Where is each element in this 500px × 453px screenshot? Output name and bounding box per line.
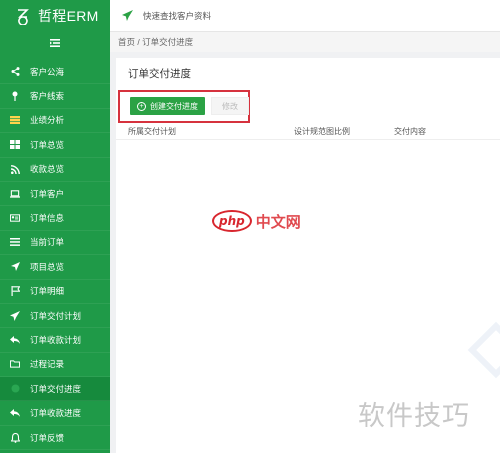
sidebar-item-label: 收款总览 [30, 164, 65, 175]
tips-watermark: 软件技巧 [358, 401, 470, 431]
column-header-design-ratio[interactable]: 设计规范图比例 [294, 126, 350, 137]
paper-plane-icon [10, 310, 20, 321]
table-header: 所属交付计划 设计规范图比例 交付内容 [116, 124, 500, 140]
folder-icon [10, 359, 20, 369]
sidebar-item-label: 业绩分析 [30, 115, 65, 126]
edit-button[interactable]: 修改 [211, 97, 249, 115]
sidebar-item-label: 过程记录 [30, 359, 65, 370]
sidebar-nav: 客户公海 客户线索 业绩分析 订单总览 收款总览 订单客户 订单信息 当前订单 [0, 60, 110, 451]
breadcrumb: 首页 / 订单交付进度 [110, 32, 500, 52]
bell-icon [10, 432, 20, 443]
sidebar-item-label: 订单交付进度 [30, 383, 82, 394]
sidebar-collapse-button[interactable] [0, 32, 110, 54]
sidebar-item-label: 订单信息 [30, 213, 65, 224]
list-icon [10, 237, 20, 247]
brand-logo-icon [16, 7, 30, 25]
column-header-delivery-plan[interactable]: 所属交付计划 [128, 126, 176, 137]
sidebar-item-payment-progress[interactable]: 订单收款进度 [0, 401, 110, 426]
sidebar-item-label: 订单总览 [30, 139, 65, 150]
navigation-icon [10, 262, 20, 272]
plus-circle-icon: + [137, 101, 146, 111]
sidebar-item-project-overview[interactable]: 项目总览 [0, 255, 110, 280]
sidebar-item-label: 客户公海 [30, 66, 65, 77]
sidebar-item-customer-pool[interactable]: 客户公海 [0, 60, 110, 85]
edit-button-label: 修改 [222, 101, 238, 111]
sidebar-item-order-customers[interactable]: 订单客户 [0, 182, 110, 207]
sidebar-item-order-overview[interactable]: 订单总览 [0, 133, 110, 158]
decorative-shape [467, 321, 500, 379]
column-header-delivery-content[interactable]: 交付内容 [394, 126, 426, 137]
create-button-label: 创建交付进度 [150, 101, 198, 111]
sidebar-item-label: 当前订单 [30, 237, 65, 248]
quick-search-link[interactable]: 快速查找客户资料 [143, 10, 211, 22]
sidebar-item-label: 订单客户 [30, 188, 65, 199]
id-card-icon [10, 213, 20, 223]
php-badge: php [212, 210, 252, 232]
paper-plane-icon [122, 10, 133, 21]
flag-icon [10, 286, 20, 297]
page-title: 订单交付进度 [128, 67, 191, 80]
sidebar-item-label: 订单交付计划 [30, 310, 82, 321]
sidebar-item-label: 订单收款计划 [30, 334, 82, 345]
reply-icon [10, 335, 20, 345]
sidebar-item-current-orders[interactable]: 当前订单 [0, 231, 110, 256]
sidebar-item-label: 客户线索 [30, 91, 65, 102]
sidebar-item-order-info[interactable]: 订单信息 [0, 206, 110, 231]
bars-icon [10, 115, 20, 125]
sidebar-item-order-feedback[interactable]: 订单反馈 [0, 426, 110, 451]
php-watermark: php 中文网 [212, 210, 301, 232]
sidebar-item-customer-leads[interactable]: 客户线索 [0, 84, 110, 109]
topbar: 快速查找客户资料 [110, 0, 500, 32]
rss-icon [10, 164, 20, 174]
sidebar-item-payment-overview[interactable]: 收款总览 [0, 158, 110, 182]
sidebar-item-label: 订单反馈 [30, 432, 65, 443]
brand[interactable]: 哲程ERM [0, 0, 110, 32]
sidebar-item-label: 项目总览 [30, 261, 65, 272]
sidebar-item-process-records[interactable]: 过程记录 [0, 353, 110, 378]
pin-icon [10, 91, 20, 102]
sidebar-item-delivery-progress[interactable]: 订单交付进度 [0, 377, 110, 402]
laptop-icon [10, 189, 20, 199]
sidebar-item-performance-analysis[interactable]: 业绩分析 [0, 109, 110, 134]
sidebar-item-label: 订单收款进度 [30, 408, 82, 419]
sidebar: 哲程ERM 客户公海 客户线索 业绩分析 订单总览 收款总览 订单客户 订单信息… [0, 0, 110, 453]
sidebar-item-delivery-plan[interactable]: 订单交付计划 [0, 304, 110, 329]
reply-icon [10, 408, 20, 418]
sidebar-item-payment-plan[interactable]: 订单收款计划 [0, 328, 110, 353]
circle-icon [10, 384, 20, 394]
brand-name: 哲程ERM [38, 8, 99, 24]
share-icon [10, 67, 20, 77]
grid-icon [10, 140, 20, 150]
toolbar: + 创建交付进度 修改 [126, 92, 253, 120]
sidebar-item-label: 订单明细 [30, 286, 65, 297]
create-delivery-progress-button[interactable]: + 创建交付进度 [130, 97, 205, 115]
breadcrumb-text[interactable]: 首页 / 订单交付进度 [118, 36, 193, 48]
php-watermark-text: 中文网 [255, 213, 301, 231]
sidebar-item-order-details[interactable]: 订单明细 [0, 280, 110, 304]
collapse-icon [50, 39, 60, 47]
